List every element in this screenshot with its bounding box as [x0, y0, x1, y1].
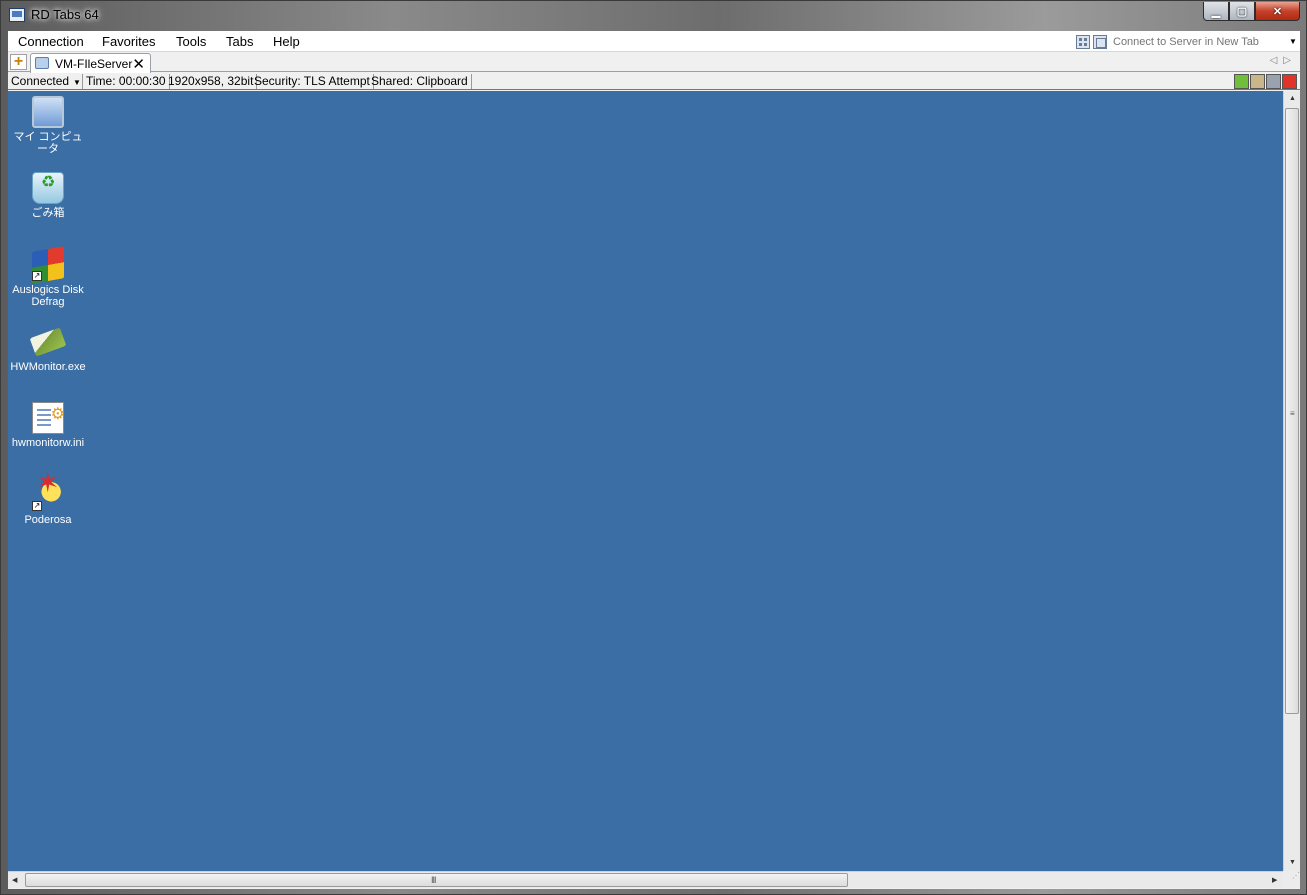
ini-file-icon	[32, 402, 65, 434]
menu-favorites[interactable]: Favorites	[102, 34, 155, 49]
session-resolution: 1920x958, 32bit	[165, 74, 258, 89]
connection-state-dropdown[interactable]: Connected ▼	[8, 74, 83, 89]
minimize-icon: ▁	[1211, 5, 1221, 18]
connection-status-bar: Connected ▼ Time: 00:00:30 1920x958, 32bi…	[8, 73, 1300, 90]
window-title: RD Tabs 64	[31, 7, 99, 22]
remote-desktop-view[interactable]: マイ コンピュータ ごみ箱 ↗ Auslogics Disk Defrag HW…	[8, 91, 1283, 871]
scroll-right-icon[interactable]: ▶	[1272, 876, 1277, 884]
desktop-icon-label: Poderosa	[24, 514, 72, 526]
vertical-scroll-thumb[interactable]: ≡	[1285, 108, 1299, 714]
client-area: Connection Favorites Tools Tabs Help ▼ +…	[8, 31, 1300, 889]
caption-buttons: ▁ ▢ ✕	[1203, 2, 1300, 21]
tab-close-icon[interactable]: ✕	[132, 55, 145, 73]
chevron-down-icon[interactable]: ▼	[1286, 37, 1300, 46]
close-button[interactable]: ✕	[1255, 2, 1300, 21]
disconnect-icon[interactable]	[1282, 74, 1297, 89]
menu-tools[interactable]: Tools	[176, 34, 206, 49]
session-security: Security: TLS Attempt	[251, 74, 374, 89]
menu-tabs[interactable]: Tabs	[226, 34, 253, 49]
app-icon[interactable]	[9, 8, 25, 22]
close-icon: ✕	[1272, 5, 1283, 18]
rdtabs-window: RD Tabs 64 ▁ ▢ ✕ Connection Favorites To…	[0, 0, 1307, 895]
resize-grip-icon: ⋰	[1292, 871, 1300, 880]
quick-connect-input[interactable]	[1110, 33, 1286, 50]
grip-icon: III	[431, 875, 436, 885]
tab-scroll-left-icon[interactable]: ◁	[1270, 55, 1284, 66]
session-shared: Shared: Clipboard	[368, 74, 472, 89]
maximize-button[interactable]: ▢	[1229, 2, 1255, 21]
session-actions	[1234, 74, 1297, 89]
title-bar[interactable]: RD Tabs 64 ▁ ▢ ✕	[1, 1, 1306, 30]
tab-scroll-arrows[interactable]: ◁▷	[1270, 55, 1297, 66]
screenshot-icon[interactable]	[1250, 74, 1265, 89]
hwmonitor-icon	[29, 327, 67, 357]
scroll-up-icon[interactable]: ▲	[1289, 95, 1296, 102]
maximize-icon: ▢	[1236, 5, 1248, 18]
grip-icon: ≡	[1290, 409, 1295, 418]
remote-desktop-icon	[35, 57, 49, 69]
tab-vm-fileserver[interactable]: VM-FIleServer ✕	[30, 53, 151, 73]
desktop-icon-label: マイ コンピュータ	[13, 131, 83, 155]
menu-connection[interactable]: Connection	[18, 34, 84, 49]
computer-icon	[32, 96, 64, 128]
single-view-icon[interactable]	[1093, 34, 1107, 49]
desktop-icon-poderosa[interactable]: ↗ Poderosa	[8, 477, 88, 526]
session-time: Time: 00:00:30	[83, 74, 170, 89]
desktop-icon-my-computer[interactable]: マイ コンピュータ	[8, 96, 88, 155]
menu-bar: Connection Favorites Tools Tabs Help ▼	[8, 31, 1300, 52]
desktop-icon-label: HWMonitor.exe	[10, 361, 86, 373]
desktop-icon-auslogics[interactable]: ↗ Auslogics Disk Defrag	[8, 246, 88, 308]
chevron-down-icon: ▼	[73, 78, 81, 87]
quick-connect: ▼	[1076, 32, 1300, 51]
connection-state: Connected	[11, 74, 70, 88]
new-tab-button[interactable]: +	[10, 54, 27, 70]
recycle-bin-icon	[32, 172, 64, 204]
shortcut-arrow-icon: ↗	[32, 271, 42, 281]
desktop-icon-label: hwmonitorw.ini	[11, 437, 85, 449]
poderosa-icon: ↗	[32, 477, 64, 511]
desktop-icon-hwmonitor[interactable]: HWMonitor.exe	[8, 326, 88, 373]
desktop-icon-hwmonitor-ini[interactable]: hwmonitorw.ini	[8, 402, 88, 449]
reconnect-icon[interactable]	[1266, 74, 1281, 89]
desktop-icon-label: Auslogics Disk Defrag	[12, 284, 84, 308]
desktop-icon-recycle-bin[interactable]: ごみ箱	[8, 172, 88, 219]
tab-label: VM-FIleServer	[55, 57, 133, 71]
tab-scroll-right-icon[interactable]: ▷	[1283, 55, 1297, 66]
vertical-scrollbar[interactable]: ▲ ≡ ▼	[1283, 91, 1300, 871]
size-grip[interactable]: ⋰	[1283, 871, 1300, 888]
disk-defrag-icon: ↗	[32, 246, 64, 284]
menu-help[interactable]: Help	[273, 34, 300, 49]
desktop-icon-label: ごみ箱	[31, 207, 65, 219]
horizontal-scroll-thumb[interactable]: III	[25, 873, 848, 887]
tab-strip: + VM-FIleServer ✕ ◁▷	[8, 52, 1300, 73]
horizontal-scrollbar[interactable]: ◀ III ▶	[8, 871, 1283, 888]
add-favorite-icon[interactable]	[1234, 74, 1249, 89]
scroll-left-icon[interactable]: ◀	[12, 876, 17, 884]
minimize-button[interactable]: ▁	[1203, 2, 1229, 21]
scroll-down-icon[interactable]: ▼	[1289, 859, 1296, 866]
grid-view-icon[interactable]	[1076, 34, 1090, 49]
plus-icon: +	[13, 53, 24, 70]
shortcut-arrow-icon: ↗	[32, 501, 42, 511]
